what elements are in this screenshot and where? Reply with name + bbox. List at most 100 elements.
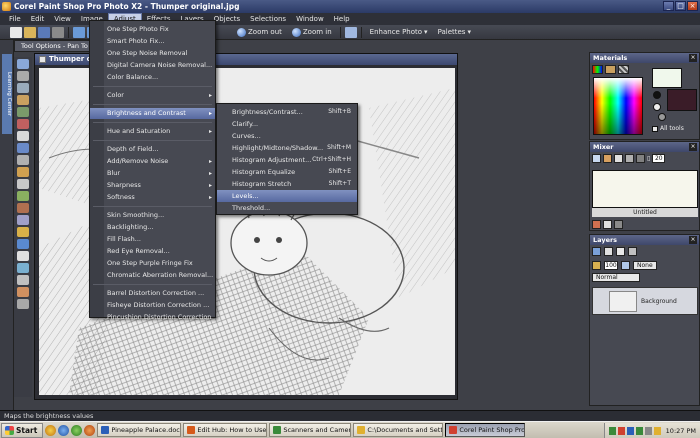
firefox-icon[interactable]	[84, 424, 96, 436]
brush-icon[interactable]	[603, 154, 612, 163]
brightness-submenu-item[interactable]: Histogram Stretch Shift+T	[217, 178, 357, 190]
quick-launch-icon[interactable]	[45, 424, 57, 436]
red-eye-tool-icon[interactable]	[17, 131, 29, 141]
undo-icon[interactable]	[73, 26, 85, 38]
menu-selections[interactable]: Selections	[245, 13, 291, 25]
text-tool-icon[interactable]	[17, 251, 29, 261]
color-spectrum[interactable]	[593, 77, 643, 135]
paint-knife-icon[interactable]	[636, 154, 645, 163]
mixer-canvas[interactable]	[592, 170, 698, 208]
warp-brush-icon[interactable]	[17, 287, 29, 297]
pan-tool-icon[interactable]	[17, 59, 29, 69]
minimize-button[interactable]: _	[663, 1, 674, 11]
close-icon[interactable]: ×	[689, 143, 697, 151]
menu-view[interactable]: View	[49, 13, 76, 25]
tool-options-tab[interactable]: Tool Options - Pan To	[14, 40, 90, 52]
maximize-button[interactable]: □	[675, 1, 686, 11]
foreground-swatch[interactable]	[652, 68, 682, 88]
texture-swatch-icon[interactable]	[658, 113, 666, 121]
media-icon[interactable]	[71, 424, 83, 436]
adjust-menu-item[interactable]: One Step Noise Removal	[90, 48, 215, 59]
adjust-menu-item[interactable]: Fill Flash...	[90, 234, 215, 245]
close-button[interactable]: ×	[687, 1, 698, 11]
opacity-input[interactable]: 100	[604, 261, 618, 270]
brightness-submenu-item[interactable]: Clarify...	[217, 118, 357, 130]
adjust-menu-item[interactable]: Barrel Distortion Correction ...	[90, 288, 215, 299]
browser-icon[interactable]	[58, 424, 70, 436]
brightness-submenu-item[interactable]: Histogram Adjustment... Ctrl+Shift+H	[217, 154, 357, 166]
mixer-page-icon[interactable]	[603, 220, 612, 229]
rainbow-tab-icon[interactable]	[592, 65, 603, 74]
script-icon[interactable]	[344, 26, 357, 38]
new-layer-icon[interactable]	[592, 247, 601, 256]
print-icon[interactable]	[52, 26, 64, 38]
white-swatch-icon[interactable]	[653, 103, 661, 111]
zoom-in-button[interactable]: Zoom in	[288, 26, 336, 38]
enhance-photo-button[interactable]: Enhance Photo ▾	[366, 26, 432, 38]
makeover-tool-icon[interactable]	[17, 143, 29, 153]
preset-shape-icon[interactable]	[17, 263, 29, 273]
adjust-menu-item[interactable]: Blur ▸	[90, 168, 215, 179]
tray-volume-icon[interactable]	[644, 426, 652, 435]
mixer-menu-icon[interactable]	[592, 220, 601, 229]
background-swatch[interactable]	[667, 89, 697, 111]
link-icon[interactable]	[621, 261, 630, 270]
straighten-tool-icon[interactable]	[17, 119, 29, 129]
tray-network-icon[interactable]	[608, 426, 616, 435]
selection-tool-icon[interactable]	[17, 83, 29, 93]
crop-tool-icon[interactable]	[17, 107, 29, 117]
paint-brush-icon[interactable]	[17, 191, 29, 201]
adjust-menu-item[interactable]: Hue and Saturation ▸	[90, 126, 215, 137]
adjust-menu-item[interactable]: Skin Smoothing...	[90, 210, 215, 221]
flood-fill-icon[interactable]	[17, 239, 29, 249]
taskbar-button[interactable]: Scanners and Cameras	[269, 423, 352, 437]
lighten-darken-icon[interactable]	[17, 215, 29, 225]
adjust-menu-item[interactable]: Chromatic Aberration Removal...	[90, 270, 215, 281]
adjust-menu-item[interactable]: Color Balance...	[90, 72, 215, 83]
taskbar-button[interactable]: Pineapple Palace.doc - M...	[97, 423, 182, 437]
tray-update-icon[interactable]	[626, 426, 634, 435]
adjust-menu-item[interactable]: Softness ▸	[90, 192, 215, 203]
adjust-menu-item[interactable]: Digital Camera Noise Removal...	[90, 60, 215, 71]
adjust-menu-item[interactable]: Backlighting...	[90, 222, 215, 233]
adjust-menu-item[interactable]: Depth of Field...	[90, 144, 215, 155]
adjust-menu-item[interactable]: Brightness and Contrast ▸	[90, 108, 215, 119]
adjust-menu-item[interactable]: Smart Photo Fix...	[90, 36, 215, 47]
tray-security-icon[interactable]	[617, 426, 625, 435]
black-swatch-icon[interactable]	[653, 91, 661, 99]
pen-tool-icon[interactable]	[17, 275, 29, 285]
adjust-menu-item[interactable]: One Step Photo Fix	[90, 24, 215, 35]
menu-edit[interactable]: Edit	[26, 13, 50, 25]
start-button[interactable]: Start	[1, 422, 44, 438]
palettes-button[interactable]: Palettes ▾	[434, 26, 475, 38]
open-folder-icon[interactable]	[24, 26, 36, 38]
tray-antivirus-icon[interactable]	[635, 426, 643, 435]
brightness-submenu-item[interactable]: Curves...	[217, 130, 357, 142]
tray-alert-icon[interactable]	[653, 426, 661, 435]
close-icon[interactable]: ×	[689, 54, 697, 62]
scratch-remover-icon[interactable]	[17, 167, 29, 177]
menu-window[interactable]: Window	[291, 13, 329, 25]
pick-tool-icon[interactable]	[17, 71, 29, 81]
layer-mask-icon[interactable]	[616, 247, 625, 256]
dropper-tool-icon[interactable]	[17, 95, 29, 105]
blend-mode-select[interactable]: Normal	[592, 273, 640, 282]
brightness-submenu-item[interactable]: Highlight/Midtone/Shadow... Shift+M	[217, 142, 357, 154]
smudge-tool-icon[interactable]	[17, 227, 29, 237]
adjust-menu-item[interactable]: Pincushion Distortion Correction ...	[90, 312, 215, 332]
clone-tool-icon[interactable]	[17, 155, 29, 165]
adjust-menu-item[interactable]: Red Eye Removal...	[90, 246, 215, 257]
brightness-submenu-item[interactable]: Histogram Equalize Shift+E	[217, 166, 357, 178]
menu-help[interactable]: Help	[329, 13, 355, 25]
adjust-menu-item[interactable]: Sharpness ▸	[90, 180, 215, 191]
adjust-menu-item[interactable]: One Step Purple Fringe Fix	[90, 258, 215, 269]
app-icon[interactable]	[2, 2, 11, 11]
swatches-tab-icon[interactable]	[618, 65, 629, 74]
mesh-warp-icon[interactable]	[17, 299, 29, 309]
mask-select[interactable]: None	[633, 261, 657, 270]
new-file-icon[interactable]	[10, 26, 22, 38]
lock-icon[interactable]	[592, 261, 601, 270]
duplicate-layer-icon[interactable]	[604, 247, 613, 256]
menu-file[interactable]: File	[4, 13, 26, 25]
brightness-submenu-item[interactable]: Brightness/Contrast... Shift+B	[217, 106, 357, 118]
